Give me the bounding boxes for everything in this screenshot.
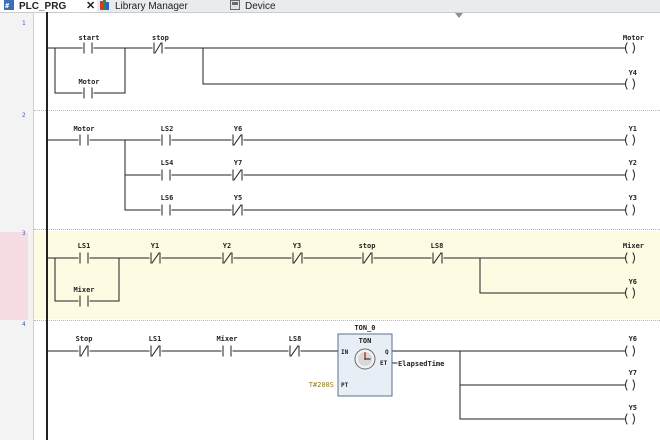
coil-y5[interactable] xyxy=(625,413,635,425)
contact-mixer[interactable] xyxy=(222,345,232,357)
contact-label: Motor xyxy=(78,78,99,86)
timer-pin-in: IN xyxy=(341,349,349,356)
coil-y3[interactable] xyxy=(625,204,635,216)
timer-et-output[interactable]: ElapsedTime xyxy=(398,360,444,368)
contact-label: Y7 xyxy=(234,159,242,167)
contact-ls8[interactable] xyxy=(432,252,443,264)
contact-label: LS8 xyxy=(431,242,444,250)
contact-label: LS1 xyxy=(149,335,162,343)
contact-label: LS8 xyxy=(289,335,302,343)
contact-label: stop xyxy=(359,242,376,250)
coil-mixer[interactable] xyxy=(625,252,635,264)
contact-label: Y5 xyxy=(234,194,242,202)
contact-y5[interactable] xyxy=(232,204,243,216)
coil-label: Y6 xyxy=(629,278,637,286)
contact-label: start xyxy=(78,34,99,42)
coil-label: Y5 xyxy=(629,404,637,412)
contact-y6[interactable] xyxy=(232,134,243,146)
network-2 xyxy=(46,139,626,211)
contact-label: LS2 xyxy=(161,125,174,133)
contact-label: Mixer xyxy=(73,286,94,294)
timer-pin-q: Q xyxy=(385,349,389,356)
contact-label: Y1 xyxy=(151,242,159,250)
contact-stop[interactable] xyxy=(362,252,373,264)
contact-stop[interactable] xyxy=(153,42,163,54)
contact-label: LS6 xyxy=(161,194,174,202)
timer-pin-pt: PT xyxy=(341,382,349,389)
contact-label: LS1 xyxy=(78,242,91,250)
coil-label: Y7 xyxy=(629,369,637,377)
timer-type: TON xyxy=(359,337,372,345)
contact-label: LS4 xyxy=(161,159,174,167)
network-3 xyxy=(46,257,626,302)
contact-y1[interactable] xyxy=(150,252,161,264)
contact-mixer[interactable] xyxy=(79,295,89,307)
network-4 xyxy=(46,350,626,420)
contact-start[interactable] xyxy=(83,42,93,54)
coil-y2[interactable] xyxy=(625,169,635,181)
coil-label: Y6 xyxy=(629,335,637,343)
timer-instance-name: TON_0 xyxy=(354,324,375,332)
contact-ls1[interactable] xyxy=(79,252,89,264)
contact-y2[interactable] xyxy=(222,252,233,264)
contact-motor[interactable] xyxy=(79,134,89,146)
coil-label: Y3 xyxy=(629,194,637,202)
coil-y6[interactable] xyxy=(625,287,635,299)
contact-ls4[interactable] xyxy=(161,169,171,181)
coil-label: Y4 xyxy=(629,69,637,77)
coil-y1[interactable] xyxy=(625,134,635,146)
contact-stop[interactable] xyxy=(79,345,89,357)
timer-pin-et: ET xyxy=(380,360,388,367)
contact-label: Mixer xyxy=(216,335,237,343)
coil-y7[interactable] xyxy=(625,379,635,391)
contact-label: Y6 xyxy=(234,125,242,133)
contact-label: Stop xyxy=(76,335,93,343)
contact-y3[interactable] xyxy=(292,252,303,264)
contact-motor[interactable] xyxy=(83,87,93,99)
contact-label: Y2 xyxy=(223,242,231,250)
ladder-diagram: start stop Motor Motor Y4 Motor LS2 Y6 L… xyxy=(46,12,644,440)
contact-label: stop xyxy=(152,34,169,42)
contact-ls8[interactable] xyxy=(289,345,300,357)
coil-label: Y1 xyxy=(629,125,637,133)
contact-ls6[interactable] xyxy=(161,204,171,216)
coil-y4[interactable] xyxy=(625,78,635,90)
network-1 xyxy=(46,47,626,94)
timer-preset-value[interactable]: T#200S xyxy=(309,381,334,389)
contact-y7[interactable] xyxy=(232,169,243,181)
contact-label: Motor xyxy=(73,125,94,133)
contact-ls1[interactable] xyxy=(150,345,161,357)
contact-label: Y3 xyxy=(293,242,301,250)
contact-ls2[interactable] xyxy=(161,134,171,146)
coil-label: Y2 xyxy=(629,159,637,167)
coil-label: Motor xyxy=(623,34,644,42)
coil-y6[interactable] xyxy=(625,345,635,357)
coil-motor[interactable] xyxy=(625,42,635,54)
coil-label: Mixer xyxy=(623,242,644,250)
